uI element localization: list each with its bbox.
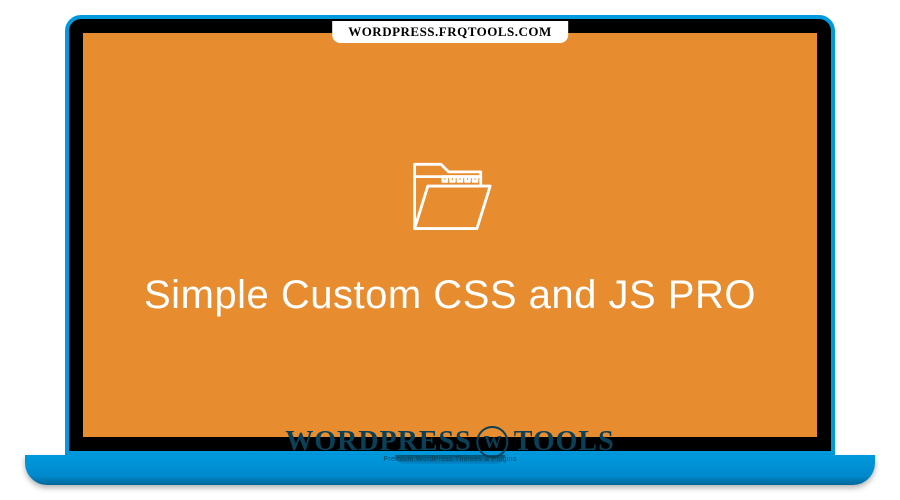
product-title: Simple Custom CSS and JS PRO [144,273,756,318]
watermark-text-right: TOOLS [514,426,615,458]
laptop-screen-frame: WORDPRESS.FRQTOOLS.COM Simple Custom CSS… [65,15,835,455]
folder-icon [403,153,498,243]
watermark: WORDPRESS TOOLS Premium WordPress Themes… [285,426,614,463]
laptop-mockup: WORDPRESS.FRQTOOLS.COM Simple Custom CSS… [25,15,875,485]
screen-content: Simple Custom CSS and JS PRO [83,33,817,437]
url-badge: WORDPRESS.FRQTOOLS.COM [332,21,568,43]
watermark-main: WORDPRESS TOOLS [285,426,614,458]
watermark-logo-icon [477,426,509,458]
watermark-text-left: WORDPRESS [285,426,471,458]
